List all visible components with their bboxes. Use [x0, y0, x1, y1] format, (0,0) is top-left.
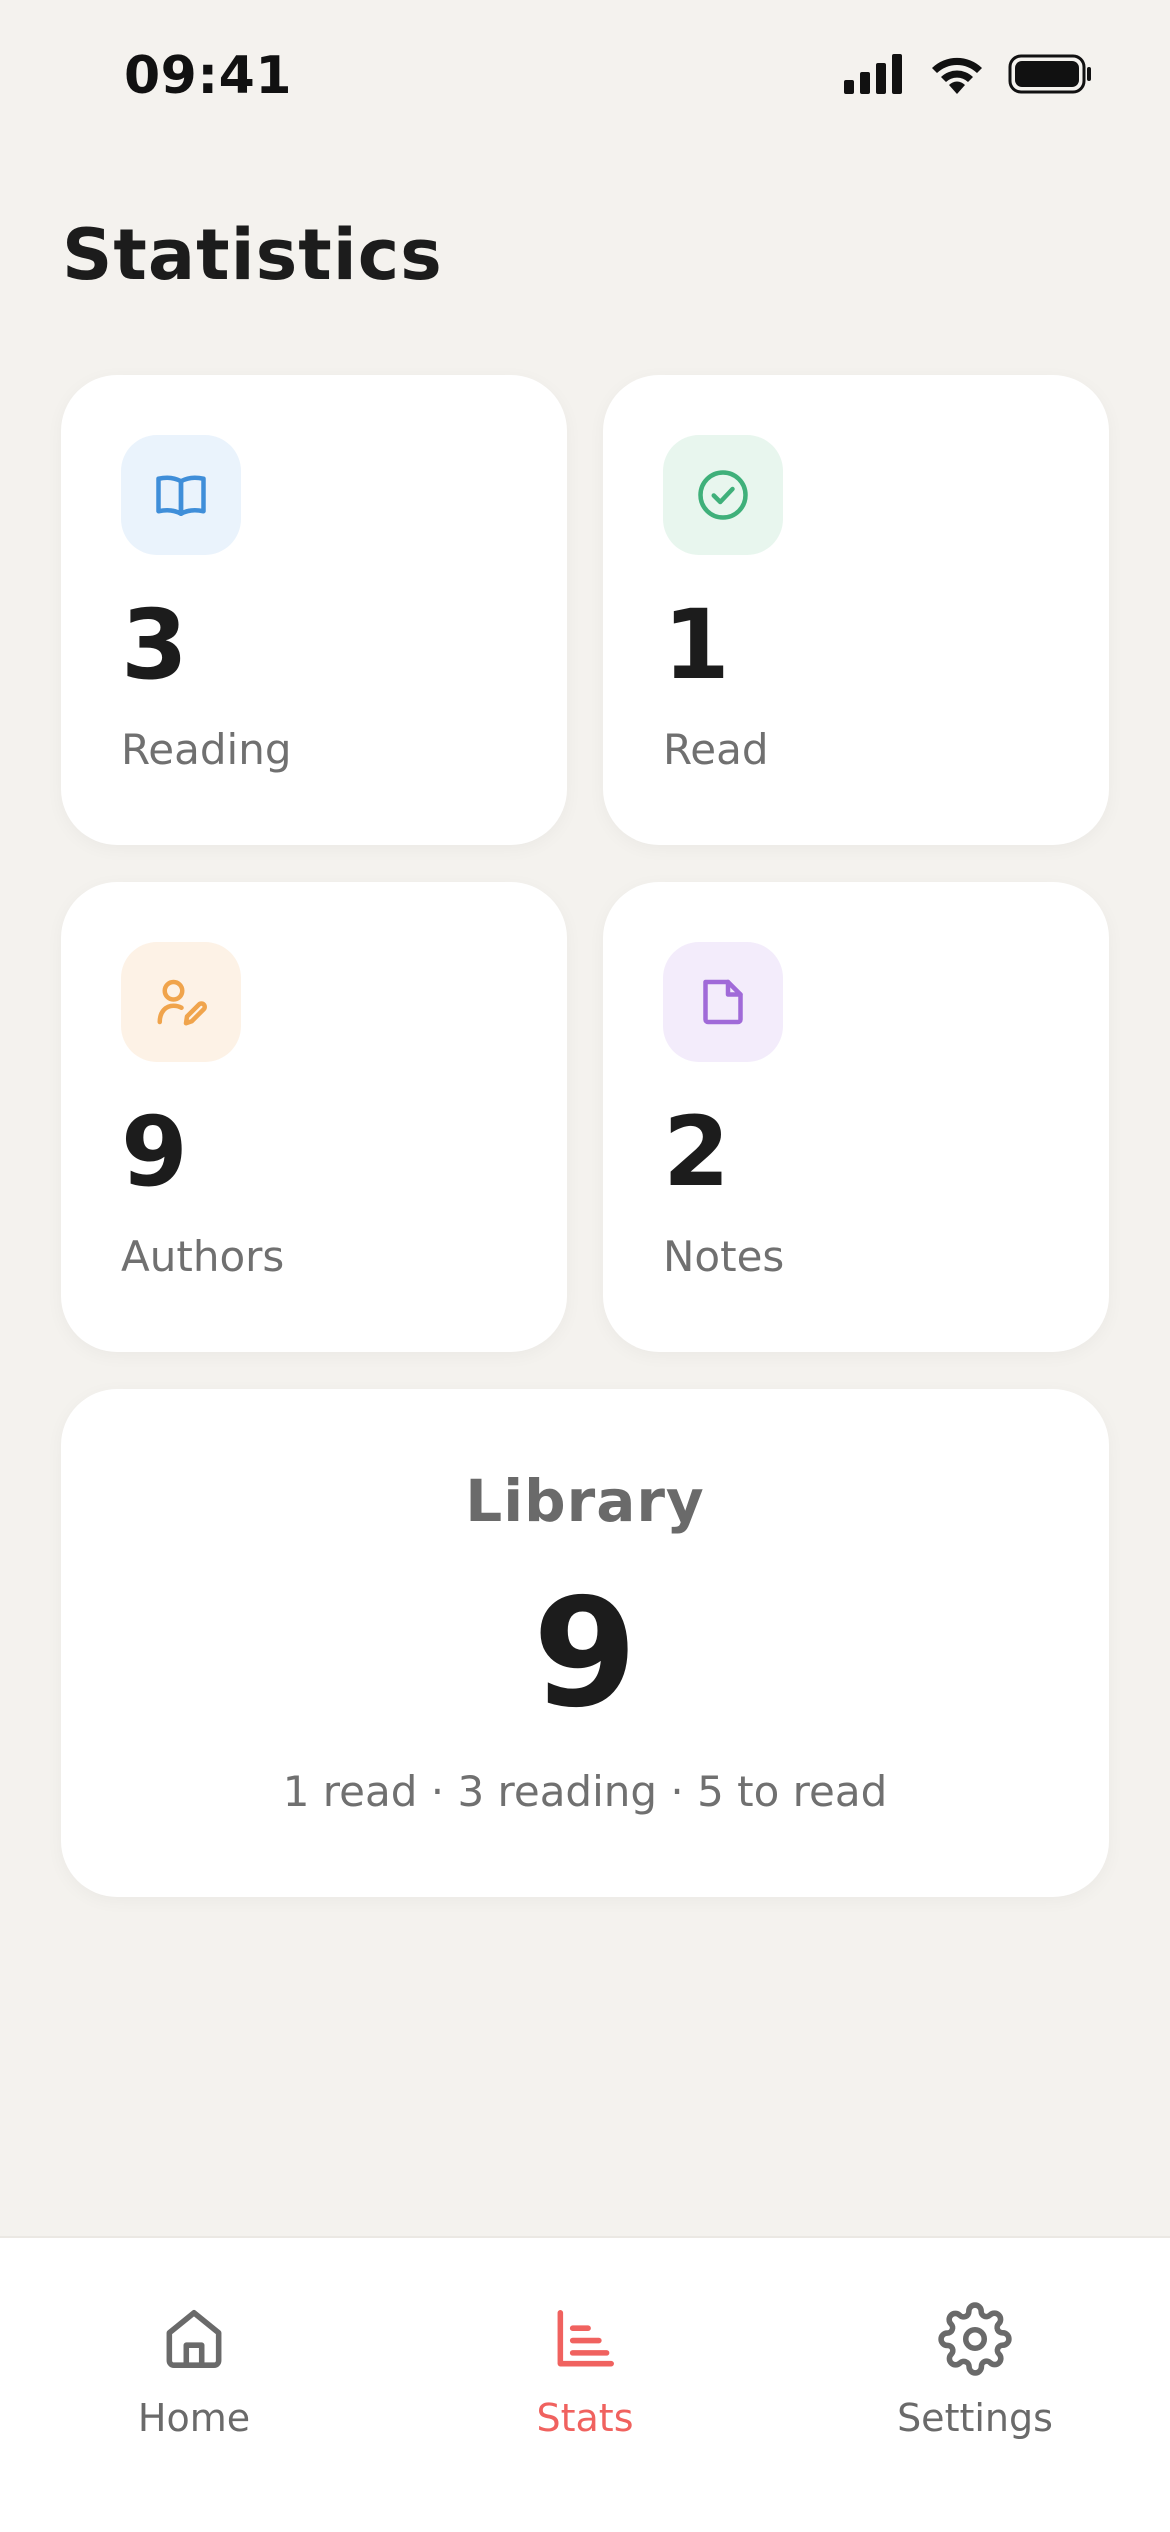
stat-icon-tile [663, 435, 783, 555]
stat-card-authors[interactable]: 9 Authors [61, 882, 567, 1352]
check-circle-icon [698, 470, 748, 520]
library-card[interactable]: Library 9 1 read · 3 reading · 5 to read [61, 1389, 1109, 1897]
status-icons [844, 54, 1092, 94]
stat-label: Read [663, 725, 769, 774]
nav-label-settings: Settings [897, 2396, 1053, 2440]
stat-label: Notes [663, 1232, 785, 1281]
nav-label-home: Home [137, 2396, 251, 2440]
bar-chart-icon [557, 2310, 614, 2367]
note-icon [703, 979, 743, 1025]
battery-icon [1008, 54, 1091, 94]
stat-label: Authors [121, 1232, 285, 1281]
user-edit-icon [157, 979, 207, 1026]
stat-value: 2 [663, 1096, 730, 1208]
library-total: 9 [532, 1567, 638, 1741]
stat-icon-tile [121, 942, 241, 1062]
stat-value: 3 [121, 589, 188, 701]
library-summary: 1 read · 3 reading · 5 to read [282, 1767, 888, 1816]
nav-item-home[interactable]: Home [64, 2270, 324, 2450]
stat-card-reading[interactable]: 3 Reading [61, 375, 567, 845]
cellular-signal-icon [844, 54, 902, 94]
statistics-screen: 09:41 Statistics 3 Reading 1 Read 9 Auth… [0, 0, 1170, 2532]
stat-value: 9 [121, 1096, 188, 1208]
open-book-icon [156, 475, 206, 516]
bottom-nav: Home Stats Settings [0, 2236, 1170, 2532]
status-time: 09:41 [124, 46, 293, 106]
stat-label: Reading [121, 725, 292, 774]
nav-label-stats: Stats [536, 2396, 634, 2440]
stat-icon-tile [663, 942, 783, 1062]
nav-item-settings[interactable]: Settings [845, 2270, 1105, 2450]
home-icon [166, 2310, 222, 2368]
nav-item-stats[interactable]: Stats [455, 2270, 715, 2450]
stat-card-notes[interactable]: 2 Notes [603, 882, 1109, 1352]
library-title: Library [465, 1467, 705, 1535]
status-bar: 09:41 [0, 0, 1170, 150]
stat-value: 1 [663, 589, 730, 701]
wifi-icon [932, 57, 982, 94]
page-title: Statistics [62, 214, 443, 296]
gear-icon [938, 2302, 1012, 2376]
stat-icon-tile [121, 435, 241, 555]
stat-card-read[interactable]: 1 Read [603, 375, 1109, 845]
